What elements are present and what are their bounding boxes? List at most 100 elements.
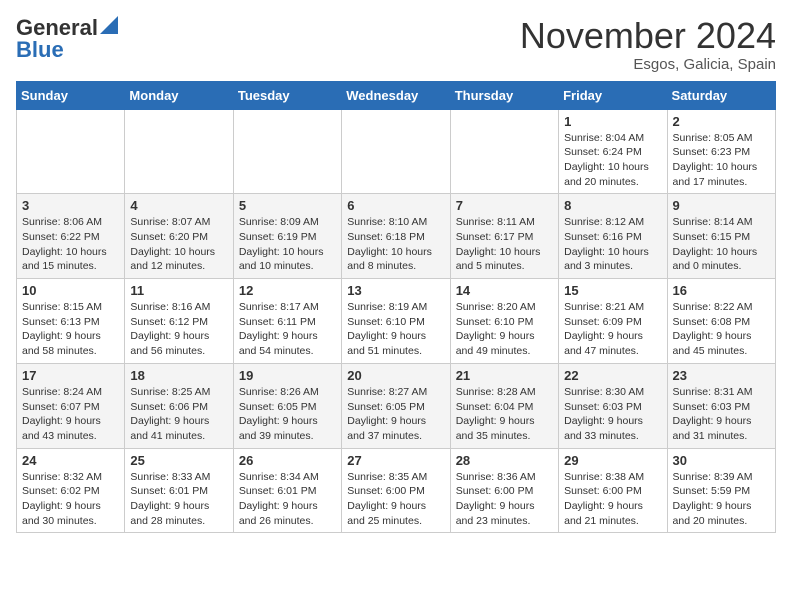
day-info: Sunrise: 8:31 AM Sunset: 6:03 PM Dayligh…	[673, 385, 770, 444]
calendar-cell: 6 Sunrise: 8:10 AM Sunset: 6:18 PM Daylig…	[342, 194, 450, 279]
calendar-week-row: 10 Sunrise: 8:15 AM Sunset: 6:13 PM Dayli…	[17, 279, 776, 364]
day-info: Sunrise: 8:07 AM Sunset: 6:20 PM Dayligh…	[130, 215, 227, 274]
day-info: Sunrise: 8:17 AM Sunset: 6:11 PM Dayligh…	[239, 300, 336, 359]
day-number: 24	[22, 453, 119, 468]
logo-general-text: General	[16, 17, 98, 39]
weekday-header-thursday: Thursday	[450, 81, 558, 109]
calendar-cell: 7 Sunrise: 8:11 AM Sunset: 6:17 PM Daylig…	[450, 194, 558, 279]
day-number: 27	[347, 453, 444, 468]
calendar-cell: 12 Sunrise: 8:17 AM Sunset: 6:11 PM Dayli…	[233, 279, 341, 364]
day-info: Sunrise: 8:22 AM Sunset: 6:08 PM Dayligh…	[673, 300, 770, 359]
day-info: Sunrise: 8:04 AM Sunset: 6:24 PM Dayligh…	[564, 131, 661, 190]
day-number: 8	[564, 198, 661, 213]
calendar-cell: 18 Sunrise: 8:25 AM Sunset: 6:06 PM Dayli…	[125, 363, 233, 448]
calendar-cell	[342, 109, 450, 194]
day-number: 1	[564, 114, 661, 129]
calendar-cell: 21 Sunrise: 8:28 AM Sunset: 6:04 PM Dayli…	[450, 363, 558, 448]
calendar-cell: 29Sunrise: 8:38 AM Sunset: 6:00 PM Dayli…	[559, 448, 667, 533]
calendar-cell	[233, 109, 341, 194]
calendar-cell: 26 Sunrise: 8:34 AM Sunset: 6:01 PM Dayli…	[233, 448, 341, 533]
day-info: Sunrise: 8:21 AM Sunset: 6:09 PM Dayligh…	[564, 300, 661, 359]
day-info: Sunrise: 8:36 AM Sunset: 6:00 PM Dayligh…	[456, 470, 553, 529]
day-number: 7	[456, 198, 553, 213]
weekday-header-friday: Friday	[559, 81, 667, 109]
location: Esgos, Galicia, Spain	[520, 56, 776, 73]
day-info: Sunrise: 8:12 AM Sunset: 6:16 PM Dayligh…	[564, 215, 661, 274]
day-info: Sunrise: 8:34 AM Sunset: 6:01 PM Dayligh…	[239, 470, 336, 529]
weekday-header-monday: Monday	[125, 81, 233, 109]
title-section: November 2024 Esgos, Galicia, Spain	[520, 16, 776, 73]
calendar-cell	[17, 109, 125, 194]
day-info: Sunrise: 8:05 AM Sunset: 6:23 PM Dayligh…	[673, 131, 770, 190]
calendar-cell: 14Sunrise: 8:20 AM Sunset: 6:10 PM Dayli…	[450, 279, 558, 364]
calendar-cell: 1 Sunrise: 8:04 AM Sunset: 6:24 PM Daylig…	[559, 109, 667, 194]
day-info: Sunrise: 8:19 AM Sunset: 6:10 PM Dayligh…	[347, 300, 444, 359]
day-info: Sunrise: 8:24 AM Sunset: 6:07 PM Dayligh…	[22, 385, 119, 444]
day-number: 12	[239, 283, 336, 298]
day-number: 14	[456, 283, 553, 298]
day-info: Sunrise: 8:28 AM Sunset: 6:04 PM Dayligh…	[456, 385, 553, 444]
calendar-cell: 11Sunrise: 8:16 AM Sunset: 6:12 PM Dayli…	[125, 279, 233, 364]
calendar-cell: 28 Sunrise: 8:36 AM Sunset: 6:00 PM Dayli…	[450, 448, 558, 533]
day-number: 29	[564, 453, 661, 468]
day-info: Sunrise: 8:26 AM Sunset: 6:05 PM Dayligh…	[239, 385, 336, 444]
calendar-cell	[450, 109, 558, 194]
calendar-table: SundayMondayTuesdayWednesdayThursdayFrid…	[16, 81, 776, 534]
day-number: 26	[239, 453, 336, 468]
calendar-cell: 17 Sunrise: 8:24 AM Sunset: 6:07 PM Dayli…	[17, 363, 125, 448]
logo-blue-text: Blue	[16, 39, 64, 61]
calendar-cell: 5 Sunrise: 8:09 AM Sunset: 6:19 PM Daylig…	[233, 194, 341, 279]
day-number: 17	[22, 368, 119, 383]
weekday-header-saturday: Saturday	[667, 81, 775, 109]
day-info: Sunrise: 8:27 AM Sunset: 6:05 PM Dayligh…	[347, 385, 444, 444]
calendar-cell: 30Sunrise: 8:39 AM Sunset: 5:59 PM Dayli…	[667, 448, 775, 533]
calendar-cell: 16 Sunrise: 8:22 AM Sunset: 6:08 PM Dayli…	[667, 279, 775, 364]
day-number: 15	[564, 283, 661, 298]
calendar-header: SundayMondayTuesdayWednesdayThursdayFrid…	[17, 81, 776, 109]
day-number: 6	[347, 198, 444, 213]
day-number: 18	[130, 368, 227, 383]
day-info: Sunrise: 8:06 AM Sunset: 6:22 PM Dayligh…	[22, 215, 119, 274]
calendar-week-row: 3Sunrise: 8:06 AM Sunset: 6:22 PM Daylig…	[17, 194, 776, 279]
logo-triangle-icon	[100, 16, 118, 39]
day-number: 22	[564, 368, 661, 383]
weekday-header-wednesday: Wednesday	[342, 81, 450, 109]
calendar-week-row: 17 Sunrise: 8:24 AM Sunset: 6:07 PM Dayli…	[17, 363, 776, 448]
calendar-cell: 2 Sunrise: 8:05 AM Sunset: 6:23 PM Daylig…	[667, 109, 775, 194]
day-number: 28	[456, 453, 553, 468]
day-info: Sunrise: 8:10 AM Sunset: 6:18 PM Dayligh…	[347, 215, 444, 274]
day-info: Sunrise: 8:33 AM Sunset: 6:01 PM Dayligh…	[130, 470, 227, 529]
weekday-header-row: SundayMondayTuesdayWednesdayThursdayFrid…	[17, 81, 776, 109]
day-number: 19	[239, 368, 336, 383]
calendar-cell: 15 Sunrise: 8:21 AM Sunset: 6:09 PM Dayli…	[559, 279, 667, 364]
day-number: 21	[456, 368, 553, 383]
calendar-cell: 13 Sunrise: 8:19 AM Sunset: 6:10 PM Dayli…	[342, 279, 450, 364]
day-info: Sunrise: 8:30 AM Sunset: 6:03 PM Dayligh…	[564, 385, 661, 444]
calendar-cell: 4Sunrise: 8:07 AM Sunset: 6:20 PM Daylig…	[125, 194, 233, 279]
day-number: 9	[673, 198, 770, 213]
calendar-week-row: 1 Sunrise: 8:04 AM Sunset: 6:24 PM Daylig…	[17, 109, 776, 194]
day-info: Sunrise: 8:25 AM Sunset: 6:06 PM Dayligh…	[130, 385, 227, 444]
calendar-week-row: 24 Sunrise: 8:32 AM Sunset: 6:02 PM Dayli…	[17, 448, 776, 533]
day-info: Sunrise: 8:32 AM Sunset: 6:02 PM Dayligh…	[22, 470, 119, 529]
day-info: Sunrise: 8:11 AM Sunset: 6:17 PM Dayligh…	[456, 215, 553, 274]
day-info: Sunrise: 8:09 AM Sunset: 6:19 PM Dayligh…	[239, 215, 336, 274]
day-number: 20	[347, 368, 444, 383]
calendar-cell: 8 Sunrise: 8:12 AM Sunset: 6:16 PM Daylig…	[559, 194, 667, 279]
month-title: November 2024	[520, 16, 776, 56]
day-number: 13	[347, 283, 444, 298]
day-number: 10	[22, 283, 119, 298]
calendar-cell: 24 Sunrise: 8:32 AM Sunset: 6:02 PM Dayli…	[17, 448, 125, 533]
page-header: General Blue November 2024 Esgos, Galici…	[16, 16, 776, 73]
day-number: 16	[673, 283, 770, 298]
day-number: 5	[239, 198, 336, 213]
calendar-cell: 19 Sunrise: 8:26 AM Sunset: 6:05 PM Dayli…	[233, 363, 341, 448]
day-info: Sunrise: 8:39 AM Sunset: 5:59 PM Dayligh…	[673, 470, 770, 529]
day-number: 23	[673, 368, 770, 383]
calendar-cell: 22 Sunrise: 8:30 AM Sunset: 6:03 PM Dayli…	[559, 363, 667, 448]
day-number: 2	[673, 114, 770, 129]
calendar-cell: 23 Sunrise: 8:31 AM Sunset: 6:03 PM Dayli…	[667, 363, 775, 448]
day-info: Sunrise: 8:15 AM Sunset: 6:13 PM Dayligh…	[22, 300, 119, 359]
day-info: Sunrise: 8:35 AM Sunset: 6:00 PM Dayligh…	[347, 470, 444, 529]
calendar-body: 1 Sunrise: 8:04 AM Sunset: 6:24 PM Daylig…	[17, 109, 776, 533]
